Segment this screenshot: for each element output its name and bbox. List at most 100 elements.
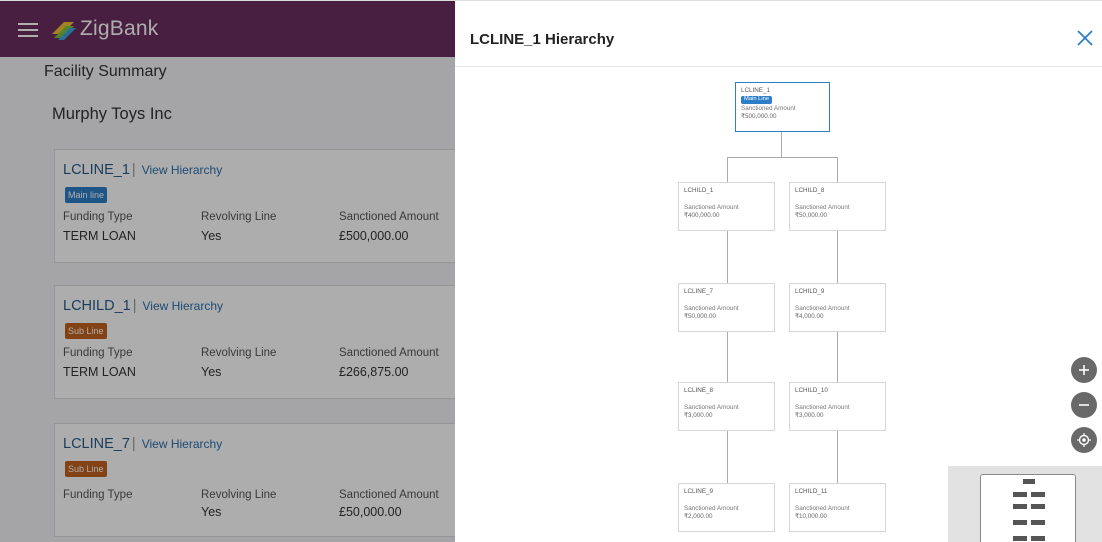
hierarchy-tree: LCLINE_1 Main Line Sanctioned Amount ₹50… [455,1,1102,542]
funding-type-value: TERM LOAN [63,229,136,243]
customer-name: Murphy Toys Inc [52,105,172,123]
facility-card: LCHILD_1 | View Hierarchy Sub Line Fundin… [54,285,455,399]
node-name: LCLINE_8 [684,387,714,394]
facility-card: LCLINE_7 | View Hierarchy Sub Line Fundin… [54,423,455,537]
minimap-node [1031,520,1045,525]
screen: ZigBank Facility Summary Murphy Toys Inc… [0,0,1102,542]
sanctioned-amount-label: Sanctioned Amount [339,347,439,359]
view-hierarchy-link[interactable]: View Hierarchy [142,163,222,177]
tree-node[interactable]: LCLINE_9 Sanctioned Amount ₹2,000.00 [678,483,775,532]
recenter-icon [1077,433,1091,447]
node-amount-label: Sanctioned Amount [684,305,739,313]
tree-node[interactable]: LCHILD_10 Sanctioned Amount ₹3,000.00 [789,382,886,431]
tree-node[interactable]: LCHILD_11 Sanctioned Amount ₹10,000.00 [789,483,886,532]
zoom-in-icon [1079,365,1089,375]
tree-node[interactable]: LCHILD_8 Sanctioned Amount ₹50,000.00 [789,182,886,231]
recenter-button[interactable] [1071,427,1097,453]
hierarchy-panel: LCLINE_1 Hierarchy LCLINE_1 Main Line Sa… [455,0,1102,542]
node-name: LCHILD_10 [795,387,828,394]
minimap-node [1031,492,1045,497]
node-amount-label: Sanctioned Amount [795,404,850,412]
minimap-node [1013,504,1027,509]
revolving-line-value: Yes [201,229,222,243]
node-amount: ₹400,000.00 [684,212,720,220]
sanctioned-amount-label: Sanctioned Amount [339,489,439,501]
connector [837,231,838,283]
minimap-viewport[interactable] [980,474,1076,542]
facility-card: LCLINE_1 | View Hierarchy Main line Fundi… [54,149,455,263]
revolving-line-value: Yes [201,505,222,519]
sanctioned-amount-value: £50,000.00 [339,505,402,519]
sanctioned-amount-value: £500,000.00 [339,229,409,243]
facility-name[interactable]: LCHILD_1 [63,298,131,314]
node-amount-label: Sanctioned Amount [684,404,739,412]
node-name: LCHILD_11 [795,488,828,495]
sanctioned-amount-value: £266,875.00 [339,365,409,379]
connector [727,231,728,283]
connector [837,332,838,382]
funding-type-value: TERM LOAN [63,365,136,379]
line-type-badge: Sub Line [65,323,107,339]
app-header: ZigBank [0,1,455,57]
view-hierarchy-link[interactable]: View Hierarchy [142,437,222,451]
node-amount-label: Sanctioned Amount [795,505,850,513]
minimap-node [1013,536,1027,541]
revolving-line-value: Yes [201,365,222,379]
main-line-badge: Main Line [741,96,773,104]
minimap-node [1023,479,1035,484]
zoom-out-button[interactable] [1071,392,1097,418]
minimap-node [1031,536,1045,541]
tree-node[interactable]: LCHILD_1 Sanctioned Amount ₹400,000.00 [678,182,775,231]
funding-type-label: Funding Type [63,347,133,359]
node-name: LCHILD_1 [684,187,714,194]
tree-node[interactable]: LCHILD_9 Sanctioned Amount ₹4,000.00 [789,283,886,332]
node-amount: ₹10,000.00 [795,513,828,521]
node-name: LCHILD_8 [795,187,825,194]
node-amount: ₹4,000.00 [795,313,824,321]
node-name: LCLINE_1 [741,87,771,94]
facility-name[interactable]: LCLINE_7 [63,436,130,452]
node-amount-label: Sanctioned Amount [684,204,739,212]
hamburger-menu-icon[interactable] [18,23,38,37]
connector [727,157,728,182]
node-amount-label: Sanctioned Amount [684,505,739,513]
sanctioned-amount-label: Sanctioned Amount [339,211,439,223]
funding-type-label: Funding Type [63,489,133,501]
minimap-node [1013,492,1027,497]
minimap[interactable] [948,466,1102,542]
node-amount-label: Sanctioned Amount [795,305,850,313]
node-amount: ₹2,000.00 [684,513,713,521]
line-type-badge: Sub Line [65,461,107,477]
tree-node[interactable]: LCLINE_8 Sanctioned Amount ₹3,000.00 [678,382,775,431]
node-amount: ₹50,000.00 [684,313,717,321]
node-amount-label: Sanctioned Amount [795,204,850,212]
line-type-badge: Main line [65,187,108,203]
tree-node[interactable]: LCLINE_7 Sanctioned Amount ₹50,000.00 [678,283,775,332]
connector [781,132,782,157]
revolving-line-label: Revolving Line [201,211,277,223]
node-name: LCLINE_9 [684,488,714,495]
facility-summary-app: ZigBank Facility Summary Murphy Toys Inc… [0,0,455,542]
connector [727,332,728,382]
minimap-node [1031,504,1045,509]
node-amount: ₹500,000.00 [741,112,777,120]
tree-node-root[interactable]: LCLINE_1 Main Line Sanctioned Amount ₹50… [735,82,830,132]
brand-name: ZigBank [80,17,159,40]
node-name: LCLINE_7 [684,288,714,295]
facility-name[interactable]: LCLINE_1 [63,162,130,178]
connector [837,431,838,483]
minimap-node [1013,520,1027,525]
zoom-in-button[interactable] [1071,357,1097,383]
node-amount-label: Sanctioned Amount [741,104,796,112]
view-hierarchy-link[interactable]: View Hierarchy [143,299,223,313]
zoom-out-icon [1079,404,1089,406]
revolving-line-label: Revolving Line [201,347,277,359]
funding-type-label: Funding Type [63,211,133,223]
node-amount: ₹3,000.00 [684,412,713,420]
page-title: Facility Summary [44,63,167,80]
connector [727,157,838,158]
zigbank-logo-icon [52,22,76,40]
connector [727,431,728,483]
node-name: LCHILD_9 [795,288,825,295]
revolving-line-label: Revolving Line [201,489,277,501]
